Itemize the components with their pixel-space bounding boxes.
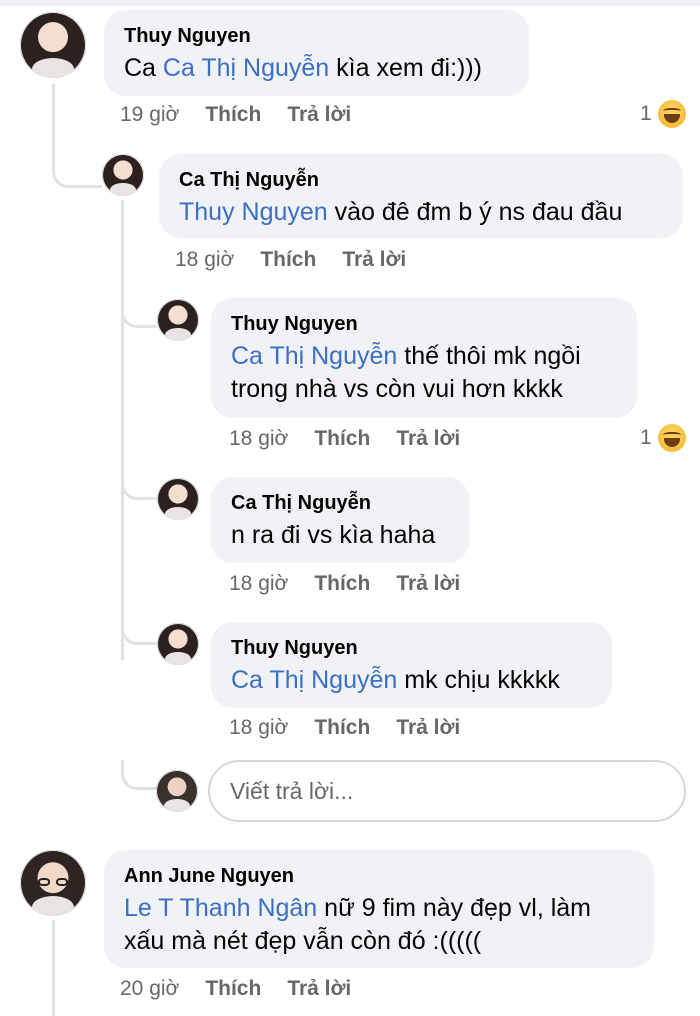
reply-button[interactable]: Trả lời	[396, 572, 460, 596]
comment-text: n ra đi vs kìa haha	[231, 521, 436, 549]
thread-connector	[121, 298, 157, 328]
like-button[interactable]: Thích	[314, 427, 370, 451]
reaction-count: 1	[640, 102, 652, 125]
haha-emoji-icon	[657, 100, 686, 128]
comment-time[interactable]: 18 giờ	[229, 716, 288, 740]
thread-connector	[121, 470, 157, 500]
avatar[interactable]	[20, 12, 86, 78]
comment-actions: 18 giờ Thích Trả lời	[229, 427, 460, 451]
comment-author[interactable]: Thuy Nguyen	[124, 24, 509, 48]
comment-bubble: Thuy Nguyen Ca Thị Nguyễn thế thôi mk ng…	[211, 298, 637, 418]
like-button[interactable]: Thích	[314, 572, 370, 596]
current-user-avatar	[156, 770, 198, 812]
comment-actions: 20 giờ Thích Trả lời	[120, 977, 351, 1001]
comment-text: Le T Thanh Ngân nữ 9 fim này đẹp vl, làm…	[124, 894, 592, 955]
reaction-count: 1	[640, 426, 652, 449]
thread-connector	[121, 760, 157, 790]
avatar[interactable]	[157, 623, 199, 665]
mention-link[interactable]: Ca Thị Nguyễn	[163, 54, 329, 82]
comment-actions: 18 giờ Thích Trả lời	[229, 572, 460, 596]
avatar[interactable]	[102, 154, 144, 196]
comment-text: Thuy Nguyen vào đê đm b ý ns đau đầu	[179, 198, 623, 226]
reply-button[interactable]: Trả lời	[287, 977, 351, 1001]
mention-link[interactable]: Ca Thị Nguyễn	[231, 342, 397, 370]
reaction-summary[interactable]: 1	[640, 424, 686, 452]
comment-author[interactable]: Thuy Nguyen	[231, 312, 617, 336]
comment-time[interactable]: 18 giờ	[229, 427, 288, 451]
reaction-summary[interactable]: 1	[640, 100, 686, 128]
thread-line-main-lower	[52, 920, 55, 1016]
thread-connector	[121, 615, 157, 645]
avatar[interactable]	[157, 299, 199, 341]
comment-time[interactable]: 20 giờ	[120, 977, 179, 1001]
comment-author[interactable]: Ca Thị Nguyễn	[231, 491, 449, 515]
avatar[interactable]	[157, 478, 199, 520]
reply-button[interactable]: Trả lời	[396, 427, 460, 451]
thread-line-replies	[121, 200, 124, 660]
mention-link[interactable]: Le T Thanh Ngân	[124, 894, 317, 922]
reply-input[interactable]: Viết trả lời...	[208, 760, 686, 822]
mention-link[interactable]: Thuy Nguyen	[179, 198, 328, 226]
haha-emoji-icon	[657, 424, 686, 452]
comment-time[interactable]: 19 giờ	[120, 103, 179, 127]
comment-actions: 18 giờ Thích Trả lời	[175, 248, 406, 272]
comment-actions: 18 giờ Thích Trả lời	[229, 716, 460, 740]
comment-bubble: Thuy Nguyen Ca Thị Nguyễn mk chịu kkkkk	[211, 622, 612, 708]
comment-author[interactable]: Ann June Nguyen	[124, 864, 634, 888]
comment-bubble: Ann June Nguyen Le T Thanh Ngân nữ 9 fim…	[104, 850, 654, 968]
reply-button[interactable]: Trả lời	[342, 248, 406, 272]
comment-text: Ca Ca Thị Nguyễn kìa xem đi:)))	[124, 54, 482, 82]
comment-actions: 19 giờ Thích Trả lời	[120, 103, 351, 127]
comment-time[interactable]: 18 giờ	[229, 572, 288, 596]
comment-text: Ca Thị Nguyễn mk chịu kkkkk	[231, 666, 560, 694]
like-button[interactable]: Thích	[205, 103, 261, 127]
mention-link[interactable]: Ca Thị Nguyễn	[231, 666, 397, 694]
reply-button[interactable]: Trả lời	[396, 716, 460, 740]
comment-bubble: Ca Thị Nguyễn n ra đi vs kìa haha	[211, 477, 469, 563]
like-button[interactable]: Thích	[260, 248, 316, 272]
comment-text: Ca Thị Nguyễn thế thôi mk ngồi trong nhà …	[231, 342, 581, 403]
thread-connector	[52, 150, 102, 188]
comment-author[interactable]: Ca Thị Nguyễn	[179, 168, 663, 192]
comment-time[interactable]: 18 giờ	[175, 248, 234, 272]
like-button[interactable]: Thích	[314, 716, 370, 740]
avatar[interactable]	[20, 850, 86, 916]
reply-button[interactable]: Trả lời	[287, 103, 351, 127]
comment-bubble: Ca Thị Nguyễn Thuy Nguyen vào đê đm b ý …	[159, 154, 683, 238]
comment-bubble: Thuy Nguyen Ca Ca Thị Nguyễn kìa xem đi:…	[104, 10, 529, 96]
like-button[interactable]: Thích	[205, 977, 261, 1001]
top-divider	[0, 0, 700, 6]
comment-author[interactable]: Thuy Nguyen	[231, 636, 592, 660]
